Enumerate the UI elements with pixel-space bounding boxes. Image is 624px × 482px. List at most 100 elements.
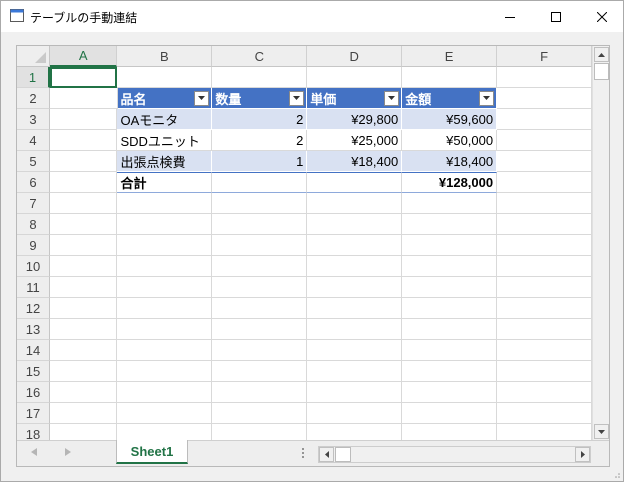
next-sheet-icon[interactable] (65, 448, 71, 456)
cell[interactable] (307, 361, 403, 382)
cell[interactable] (50, 109, 118, 130)
cell[interactable] (212, 340, 308, 361)
table-cell[interactable]: 2 (212, 130, 308, 151)
cell[interactable] (117, 340, 213, 361)
cell[interactable] (212, 193, 308, 214)
row-header[interactable]: 7 (17, 193, 50, 214)
cell[interactable] (307, 403, 403, 424)
cell[interactable] (307, 235, 403, 256)
cell[interactable] (402, 319, 498, 340)
cell[interactable] (497, 130, 593, 151)
cell[interactable] (117, 361, 213, 382)
cell[interactable] (307, 298, 403, 319)
column-header-c[interactable]: C (212, 46, 308, 67)
cell[interactable] (50, 193, 118, 214)
cell[interactable] (117, 256, 213, 277)
vertical-scroll-thumb[interactable] (594, 63, 609, 80)
row-header[interactable]: 8 (17, 214, 50, 235)
cell[interactable] (117, 214, 213, 235)
cell[interactable] (117, 67, 213, 88)
row-header[interactable]: 11 (17, 277, 50, 298)
cell-a1-active[interactable] (50, 67, 118, 88)
table-cell[interactable]: ¥18,400 (402, 151, 498, 172)
row-header[interactable]: 16 (17, 382, 50, 403)
row-header[interactable]: 4 (17, 130, 50, 151)
cell[interactable] (117, 319, 213, 340)
column-header-d[interactable]: D (307, 46, 403, 67)
cell[interactable] (402, 214, 498, 235)
cell[interactable] (402, 340, 498, 361)
resize-grip-icon[interactable] (611, 469, 621, 479)
row-header[interactable]: 3 (17, 109, 50, 130)
row-header[interactable]: 12 (17, 298, 50, 319)
cell[interactable] (307, 214, 403, 235)
total-unit-price-cell[interactable] (307, 172, 403, 193)
cell[interactable] (497, 361, 593, 382)
row-header[interactable]: 15 (17, 361, 50, 382)
cell[interactable] (307, 319, 403, 340)
filter-dropdown-button[interactable] (384, 90, 400, 106)
row-header[interactable]: 1 (17, 67, 50, 88)
cell[interactable] (402, 235, 498, 256)
scroll-down-button[interactable] (594, 424, 609, 439)
cell[interactable] (50, 130, 118, 151)
table-cell[interactable]: ¥29,800 (307, 109, 403, 130)
table-header-quantity[interactable]: 数量 (212, 88, 308, 109)
cell[interactable] (50, 319, 118, 340)
cell[interactable] (212, 235, 308, 256)
cell[interactable] (402, 403, 498, 424)
cell[interactable] (50, 382, 118, 403)
table-cell[interactable]: ¥18,400 (307, 151, 403, 172)
cell[interactable] (117, 298, 213, 319)
spreadsheet-control[interactable]: A B C D E F 1 2 3 4 5 6 7 8 9 10 11 12 1… (16, 45, 610, 467)
row-header[interactable]: 10 (17, 256, 50, 277)
cell[interactable] (497, 151, 593, 172)
cell[interactable] (117, 382, 213, 403)
previous-sheet-icon[interactable] (31, 448, 37, 456)
cell[interactable] (497, 235, 593, 256)
cell[interactable] (402, 277, 498, 298)
total-label-cell[interactable]: 合計 (117, 172, 213, 193)
cell[interactable] (402, 382, 498, 403)
cell[interactable] (497, 382, 593, 403)
cell[interactable] (402, 256, 498, 277)
column-header-a[interactable]: A (50, 46, 118, 67)
row-header[interactable]: 5 (17, 151, 50, 172)
cell[interactable] (117, 403, 213, 424)
cell[interactable] (307, 382, 403, 403)
cell[interactable] (497, 256, 593, 277)
filter-dropdown-button[interactable] (289, 90, 305, 106)
cell[interactable] (497, 403, 593, 424)
column-header-f[interactable]: F (497, 46, 593, 67)
table-cell[interactable]: ¥25,000 (307, 130, 403, 151)
cell[interactable] (307, 256, 403, 277)
cell[interactable] (50, 277, 118, 298)
cell[interactable] (212, 67, 308, 88)
table-cell[interactable]: ¥50,000 (402, 130, 498, 151)
cell[interactable] (307, 277, 403, 298)
cell[interactable] (402, 67, 498, 88)
row-header[interactable]: 9 (17, 235, 50, 256)
cell[interactable] (497, 298, 593, 319)
horizontal-scrollbar[interactable] (318, 446, 591, 463)
cell[interactable] (497, 88, 593, 109)
table-header-unit-price[interactable]: 単価 (307, 88, 403, 109)
cell[interactable] (50, 172, 118, 193)
table-header-item[interactable]: 品名 (117, 88, 213, 109)
cell[interactable] (497, 340, 593, 361)
cell[interactable] (50, 214, 118, 235)
table-cell[interactable]: 2 (212, 109, 308, 130)
column-header-b[interactable]: B (117, 46, 213, 67)
sheet-tab-sheet1[interactable]: Sheet1 (116, 440, 188, 464)
cell[interactable] (307, 193, 403, 214)
cell[interactable] (117, 193, 213, 214)
cell[interactable] (212, 256, 308, 277)
total-quantity-cell[interactable] (212, 172, 308, 193)
cell[interactable] (497, 109, 593, 130)
cell[interactable] (212, 277, 308, 298)
maximize-button[interactable] (533, 1, 579, 32)
cell[interactable] (212, 298, 308, 319)
cell[interactable] (50, 88, 118, 109)
cell[interactable] (212, 382, 308, 403)
cell[interactable] (497, 214, 593, 235)
